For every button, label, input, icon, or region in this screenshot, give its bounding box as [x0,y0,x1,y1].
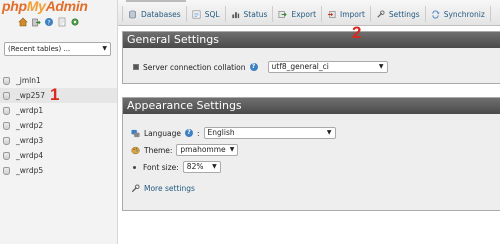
export-icon [279,10,288,18]
database-item[interactable]: _wrdp3 [0,133,117,148]
tab-sql[interactable]: SQL [187,6,226,22]
help-icon[interactable]: ? [249,63,258,71]
general-settings-title: General Settings [123,32,500,48]
recent-tables-select[interactable]: (Recent tables) ... ▼ [4,42,111,56]
appearance-settings-panel: Appearance Settings Language ? : English… [122,97,500,211]
main-panel: Databases SQL Status Export Import Setti… [118,0,500,244]
settings-icon [377,9,385,18]
database-item[interactable]: _wrdp2 [0,118,117,133]
language-select[interactable]: English ▼ [203,127,336,139]
general-settings-panel: General Settings Server connection colla… [122,31,500,84]
font-size-select[interactable]: 82% ▼ [182,161,221,173]
tab-import[interactable]: Import [322,6,371,22]
phpmyadmin-logo[interactable]: phpMyAdmin [2,0,88,14]
chevron-down-icon: ▼ [102,45,107,52]
language-icon [131,129,140,137]
tab-status[interactable]: Status [226,6,274,22]
theme-label: Theme: [144,145,173,155]
annotation-marker-2: 2 [352,23,362,42]
database-icon [3,136,10,145]
help-icon[interactable]: ? [44,17,54,27]
collation-label: Server connection collation [143,62,246,72]
docs-icon[interactable] [57,17,67,27]
theme-row: Theme: pmahomme ▼ [131,144,239,156]
exit-icon[interactable] [31,17,41,27]
database-icon [3,76,10,85]
language-label: Language [144,128,182,138]
database-icon [3,151,10,160]
tab-synchronize[interactable]: Synchroniz [426,6,491,22]
chevron-down-icon: ▼ [378,63,384,70]
top-menu-bar: Databases SQL Status Export Import Setti… [118,0,500,26]
chevron-down-icon: ▼ [212,163,217,170]
synchronize-icon [432,10,440,18]
databases-icon [129,10,136,18]
appearance-settings-title: Appearance Settings [123,98,500,114]
database-icon [3,121,10,130]
label-colon: : [197,128,200,138]
help-icon[interactable]: ? [185,129,194,137]
database-item[interactable]: _wrdp4 [0,148,117,163]
wrench-icon [131,184,140,193]
database-icon [3,166,10,175]
database-item[interactable]: _wrdp5 [0,163,117,178]
more-settings-row: More settings [131,184,195,193]
home-icon[interactable] [18,17,28,27]
tab-export[interactable]: Export [273,6,323,22]
chevron-down-icon: ▼ [229,146,235,153]
tab-databases[interactable]: Databases [122,6,187,22]
tab-settings[interactable]: Settings [371,6,426,22]
svg-text:?: ? [47,20,50,27]
database-icon [3,106,10,115]
database-icon [3,91,10,100]
more-settings-link[interactable]: More settings [144,184,195,193]
theme-icon [131,146,140,154]
database-item[interactable]: _wrdp1 [0,103,117,118]
theme-select[interactable]: pmahomme ▼ [176,144,239,156]
bullet-icon [133,165,136,169]
chevron-down-icon: ▼ [326,129,332,136]
sql-icon [192,10,201,18]
font-size-row: Font size: 82% ▼ [131,161,221,173]
status-icon [231,11,239,18]
navigation-panel: phpMyAdmin ? (Recent tables) ... ▼ _jmln… [0,0,118,244]
font-size-label: Font size: [143,162,179,172]
language-row: Language ? : English ▼ [131,127,336,139]
quick-icons-bar: ? [18,17,80,27]
settings-icon[interactable] [70,17,80,27]
annotation-marker-1: 1 [50,85,60,104]
collation-select[interactable]: utf8_general_ci ▼ [267,61,388,73]
collation-icon [133,64,139,70]
collation-row: Server connection collation ? utf8_gener… [133,61,388,73]
import-icon [327,10,336,18]
